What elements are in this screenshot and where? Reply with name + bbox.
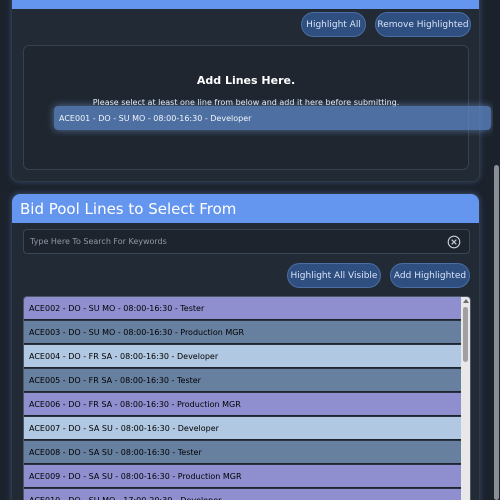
selected-lines-panel: Highlight All Remove Highlighted Add Lin… <box>11 0 480 182</box>
highlight-all-visible-button[interactable]: Highlight All Visible <box>287 263 381 288</box>
bid-pool-title: Bid Pool Lines to Select From <box>12 194 479 223</box>
bid-line-item[interactable]: ACE003 - DO - SU MO - 08:00-16:30 - Prod… <box>24 321 462 344</box>
bid-pool-list[interactable]: ACE002 - DO - SU MO - 08:00-16:30 - Test… <box>23 296 471 500</box>
search-input[interactable] <box>24 230 444 253</box>
selected-line-item[interactable]: ACE001 - DO - SU MO - 08:00-16:30 - Deve… <box>54 106 491 130</box>
bid-line-item[interactable]: ACE002 - DO - SU MO - 08:00-16:30 - Test… <box>24 297 462 320</box>
list-scroll-thumb[interactable] <box>463 307 468 362</box>
search-box <box>23 229 470 254</box>
page-scrollbar[interactable] <box>493 0 500 500</box>
add-highlighted-button[interactable]: Add Highlighted <box>390 263 470 288</box>
bid-line-item[interactable]: ACE009 - DO - SA SU - 08:00-16:30 - Prod… <box>24 465 462 488</box>
bid-line-item[interactable]: ACE005 - DO - FR SA - 08:00-16:30 - Test… <box>24 369 462 392</box>
bid-pool-panel: Bid Pool Lines to Select From Highlight … <box>11 193 480 500</box>
highlight-all-button[interactable]: Highlight All <box>301 12 366 37</box>
drop-zone-title: Add Lines Here. <box>196 74 296 87</box>
remove-highlighted-button[interactable]: Remove Highlighted <box>375 12 471 37</box>
bid-line-item[interactable]: ACE010 - DO - SU MO - 17:00-20:30 - Deve… <box>24 489 462 500</box>
bid-line-item[interactable]: ACE007 - DO - SA SU - 08:00-16:30 - Deve… <box>24 417 462 440</box>
scroll-up-arrow-icon[interactable] <box>463 299 469 303</box>
circle-x-icon[interactable] <box>447 235 461 249</box>
selected-lines-header <box>12 0 479 9</box>
list-scrollbar[interactable] <box>461 297 470 500</box>
bid-line-item[interactable]: ACE006 - DO - FR SA - 08:00-16:30 - Prod… <box>24 393 462 416</box>
bid-line-item[interactable]: ACE004 - DO - FR SA - 08:00-16:30 - Deve… <box>24 345 462 368</box>
bid-line-item[interactable]: ACE008 - DO - SA SU - 08:00-16:30 - Test… <box>24 441 462 464</box>
page-scroll-thumb[interactable] <box>494 165 499 500</box>
